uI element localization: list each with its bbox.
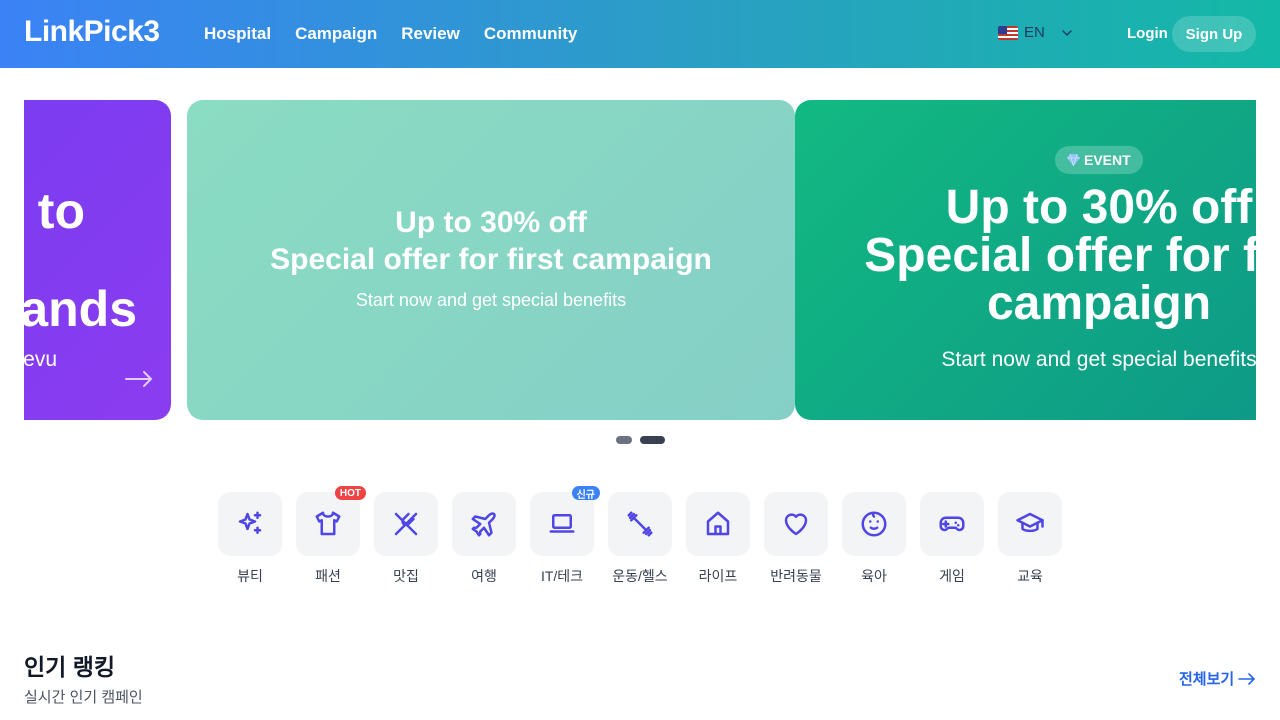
graduation-cap-icon [1016, 512, 1044, 533]
category-pets[interactable]: 반려동물 [764, 492, 828, 586]
new-badge: 신규 [571, 486, 600, 501]
section-title: 인기 랭킹 [24, 654, 116, 680]
category-beauty[interactable]: 뷰티 [218, 492, 282, 586]
slide-title-line: Up to 30% off [395, 206, 587, 239]
category-label: 맛집 [393, 568, 419, 584]
login-link[interactable]: Login [1127, 25, 1168, 42]
category-icon-box [842, 492, 906, 556]
category-icon-box [608, 492, 672, 556]
category-label: 뷰티 [237, 568, 263, 584]
banner-slide-previous[interactable]: y to ands evu [24, 100, 171, 420]
category-it-tech[interactable]: 신규 IT/테크 [530, 486, 600, 586]
category-label: 여행 [471, 568, 497, 584]
category-icon-box [296, 492, 360, 556]
nav-hospital[interactable]: Hospital [204, 24, 271, 44]
signup-button[interactable]: Sign Up [1172, 16, 1256, 52]
category-games[interactable]: 게임 [920, 492, 984, 586]
category-parenting[interactable]: 육아 [842, 492, 906, 586]
category-icon-box [998, 492, 1062, 556]
see-all-label: 전체보기 [1179, 671, 1235, 688]
main-nav: Hospital Campaign Review Community [204, 24, 577, 44]
category-fashion[interactable]: HOT 패션 [296, 486, 366, 586]
nav-community[interactable]: Community [484, 24, 578, 44]
category-bar: 뷰티 HOT 패션 맛집 여행 신규 IT/테크 운동/헬스 라이프 반려동물 … [218, 486, 1062, 586]
category-icon-box [452, 492, 516, 556]
utensils-icon [394, 512, 418, 536]
chevron-down-icon [1062, 29, 1072, 36]
slide-title-line: campaign [986, 277, 1212, 330]
home-icon [706, 511, 730, 536]
event-badge: EVENT [1055, 146, 1143, 174]
category-icon-box [920, 492, 984, 556]
category-icon-box [218, 492, 282, 556]
gamepad-icon [939, 516, 965, 532]
slide-title-line: y to [24, 183, 85, 239]
shirt-icon [315, 511, 341, 536]
us-flag-icon [998, 25, 1018, 40]
category-label: 운동/헬스 [612, 568, 668, 584]
category-icon-box [686, 492, 750, 556]
category-label: 육아 [861, 568, 887, 584]
category-label: 패션 [315, 568, 341, 584]
category-icon-box [530, 492, 594, 556]
slide-subtitle: evu [24, 348, 57, 371]
baby-icon [861, 511, 887, 537]
see-all-link[interactable]: 전체보기 [1179, 668, 1256, 689]
slide-title-line: Up to 30% off [945, 181, 1253, 234]
category-life[interactable]: 라이프 [686, 492, 750, 586]
category-travel[interactable]: 여행 [452, 492, 516, 586]
slide-subtitle: Start now and get special benefits [355, 290, 627, 310]
section-subtitle: 실시간 인기 캠페인 [24, 689, 143, 706]
event-badge-label: EVENT [1084, 152, 1131, 168]
slide-title: Up to 30% off Special offer for first ca… [795, 184, 1256, 328]
gem-icon [1067, 154, 1080, 166]
category-label: 반려동물 [770, 568, 822, 584]
logo[interactable]: LinkPick3 [24, 15, 160, 49]
slide-subtitle: Start now and get special benefits [941, 348, 1256, 371]
plane-icon [471, 512, 496, 537]
category-icon-box [764, 492, 828, 556]
category-label: IT/테크 [540, 568, 584, 584]
banner-slide-current[interactable]: Up to 30% off Special offer for first ca… [187, 100, 795, 420]
banner-slide-next[interactable]: EVENT Up to 30% off Special offer for fi… [795, 100, 1256, 420]
top-header: LinkPick3 Hospital Campaign Review Commu… [0, 0, 1280, 68]
language-selector[interactable]: EN [998, 24, 1075, 41]
language-label: EN [1024, 24, 1045, 41]
nav-campaign[interactable]: Campaign [295, 24, 377, 44]
category-icon-box [374, 492, 438, 556]
carousel-dot[interactable] [616, 436, 632, 444]
category-fitness[interactable]: 운동/헬스 [608, 492, 672, 586]
heart-icon [784, 513, 808, 536]
category-label: 라이프 [698, 568, 738, 584]
carousel-pagination [616, 436, 665, 444]
laptop-icon [549, 514, 575, 533]
category-food[interactable]: 맛집 [374, 492, 438, 586]
slide-title-line: ands [24, 281, 137, 337]
arrow-right-icon [125, 371, 153, 387]
category-label: 게임 [939, 568, 965, 584]
nav-review[interactable]: Review [401, 24, 460, 44]
arrow-right-icon [1238, 672, 1256, 685]
hot-badge: HOT [334, 486, 366, 500]
slide-title-line: Special offer for first campaign [270, 243, 712, 276]
slide-title-line: Special offer for first [864, 229, 1256, 282]
banner-carousel: y to ands evu Up to 30% off Special offe… [24, 100, 1256, 420]
category-education[interactable]: 교육 [998, 492, 1062, 586]
dumbbell-icon [627, 511, 653, 537]
carousel-dot-active[interactable] [640, 436, 665, 444]
category-label: 교육 [1017, 568, 1043, 584]
sparkles-icon [238, 511, 262, 534]
